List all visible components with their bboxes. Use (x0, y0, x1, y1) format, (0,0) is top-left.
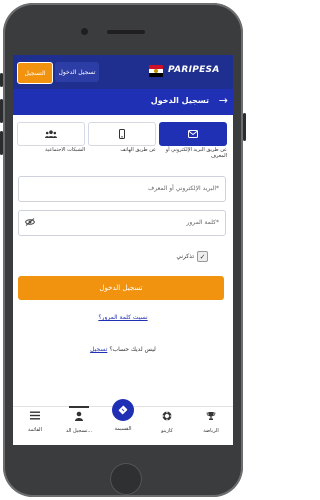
nav-label-coupon: القسيمة (114, 426, 132, 432)
remember-me-row: ✓ تذكرني (18, 251, 224, 263)
forgot-password-link[interactable]: نسيت كلمة المرور؟ (13, 314, 233, 321)
egypt-flag-icon[interactable] (149, 65, 163, 77)
phone-icon (119, 129, 125, 139)
nav-item-sports[interactable]: الرياضة (189, 411, 233, 441)
hide-password-icon[interactable] (24, 218, 36, 228)
tab-phone-label: عن طريق الهاتف (120, 147, 156, 153)
home-button[interactable] (110, 463, 142, 495)
tab-social-label: الشبكات الاجتماعية (45, 147, 85, 153)
trophy-icon (189, 411, 233, 425)
tab-social[interactable] (17, 122, 85, 146)
users-icon (45, 130, 57, 138)
casino-chip-icon (145, 411, 189, 425)
email-field[interactable]: البريد الإلكتروني أو المعرف* (18, 176, 226, 202)
tab-phone[interactable] (88, 122, 156, 146)
login-method-tabs: عن طريق البريد الإلكتروني أو المعرف عن ط… (17, 122, 227, 159)
page-header: تسجيل الدخول → (13, 89, 233, 115)
login-submit-button[interactable]: تسجيل الدخول (18, 276, 224, 300)
nav-item-menu[interactable]: القائمة (13, 411, 57, 441)
remember-me-label: تذكرني (176, 253, 194, 260)
nav-label-sports: الرياضة (203, 428, 219, 434)
nav-item-casino[interactable]: كازينو (145, 411, 189, 441)
nav-label-casino: كازينو (161, 428, 173, 434)
no-account-row: ليس لديك حساب؟ تسجيل (13, 346, 233, 353)
menu-icon (13, 411, 57, 424)
page-title: تسجيل الدخول (150, 96, 209, 105)
tab-email[interactable] (159, 122, 227, 146)
power-button (243, 113, 246, 141)
mute-switch (0, 73, 3, 87)
password-placeholder: كلمة المرور* (186, 219, 219, 226)
tab-email-label: عن طريق البريد الإلكتروني أو المعرف (165, 147, 227, 159)
nav-item-login[interactable]: تسجيل الد... (57, 406, 101, 441)
nav-label-login: تسجيل الد... (65, 428, 93, 434)
paripesa-logo[interactable]: PARIPESA (168, 65, 220, 75)
login-button-top[interactable]: تسجيل الدخول (55, 62, 99, 82)
app-screen: التسجيل تسجيل الدخول PARIPESA تسجيل الدخ… (13, 55, 233, 445)
coupon-icon (101, 399, 145, 423)
speaker-grille (107, 30, 145, 34)
nav-label-menu: القائمة (28, 427, 42, 433)
password-field[interactable]: كلمة المرور* (18, 210, 226, 236)
top-bar: التسجيل تسجيل الدخول PARIPESA (13, 55, 233, 89)
nav-item-coupon[interactable]: القسيمة (101, 399, 145, 441)
bottom-navigation: الرياضة كازينو القسيمة تسجيل الد... القا… (13, 399, 233, 445)
back-arrow-icon[interactable]: → (219, 94, 228, 107)
active-indicator (69, 406, 89, 408)
remember-me-checkbox[interactable]: ✓ (197, 251, 208, 262)
email-placeholder: البريد الإلكتروني أو المعرف* (147, 185, 219, 192)
front-camera (81, 28, 88, 35)
register-button[interactable]: التسجيل (17, 62, 53, 84)
no-account-text: ليس لديك حساب؟ (109, 346, 156, 353)
user-icon (57, 411, 101, 425)
volume-down-button (0, 131, 3, 155)
volume-up-button (0, 99, 3, 123)
envelope-icon (188, 130, 198, 138)
register-link[interactable]: تسجيل (90, 346, 107, 353)
